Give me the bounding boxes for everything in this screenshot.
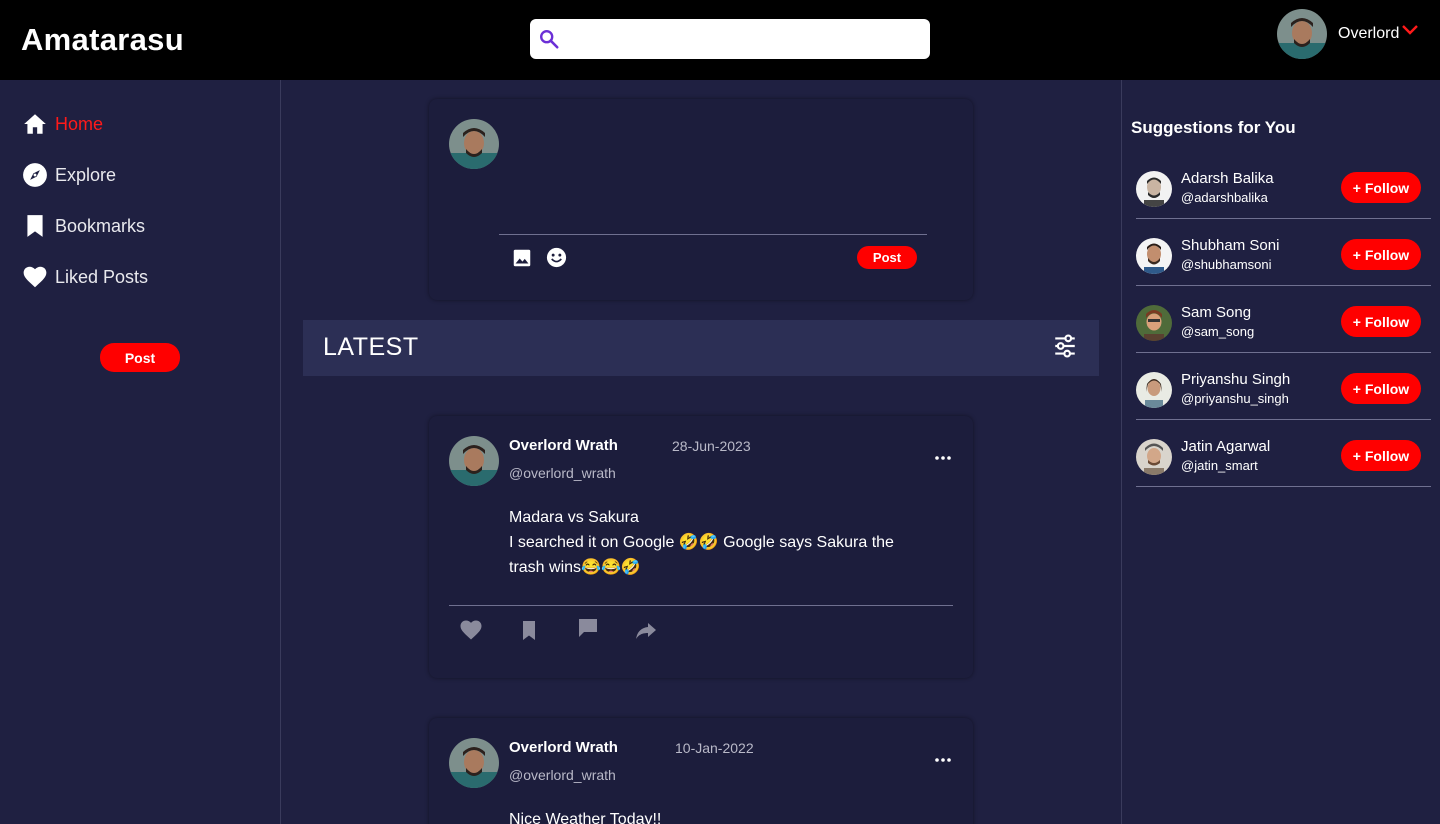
emoji-icon[interactable] bbox=[545, 246, 568, 269]
post-content: Nice Weather Today!! bbox=[509, 807, 929, 824]
suggestion-name[interactable]: Sam Song bbox=[1181, 304, 1251, 321]
post-text-line: Madara vs Sakura bbox=[509, 509, 639, 526]
follow-button[interactable]: + Follow bbox=[1341, 239, 1421, 270]
like-heart-icon[interactable] bbox=[459, 618, 483, 642]
suggestions-title: Suggestions for You bbox=[1131, 118, 1296, 137]
suggestion-item: Sam Song @sam_song + Follow bbox=[1136, 286, 1431, 353]
post-author-handle[interactable]: @overlord_wrath bbox=[509, 465, 616, 481]
suggestion-handle[interactable]: @adarshbalika bbox=[1181, 190, 1268, 205]
suggestion-name[interactable]: Shubham Soni bbox=[1181, 237, 1279, 254]
suggestion-avatar[interactable] bbox=[1136, 439, 1172, 475]
post-date: 28-Jun-2023 bbox=[672, 438, 751, 454]
post-content: Madara vs Sakura I searched it on Google… bbox=[509, 505, 929, 580]
suggestion-name[interactable]: Adarsh Balika bbox=[1181, 170, 1274, 187]
composer-post-button[interactable]: Post bbox=[857, 246, 917, 269]
nav-label-liked-posts: Liked Posts bbox=[55, 266, 149, 287]
post-card: Overlord Wrath 10-Jan-2022 @overlord_wra… bbox=[429, 718, 973, 824]
bookmark-icon bbox=[27, 215, 43, 237]
post-author-avatar[interactable] bbox=[449, 436, 499, 486]
post-card: Overlord Wrath 28-Jun-2023 @overlord_wra… bbox=[429, 416, 973, 678]
nav-item-home[interactable]: Home bbox=[22, 110, 103, 138]
more-options-icon[interactable] bbox=[934, 455, 952, 461]
share-icon[interactable] bbox=[634, 618, 658, 642]
follow-button[interactable]: + Follow bbox=[1341, 306, 1421, 337]
post-text-line: Nice Weather Today!! bbox=[509, 811, 662, 824]
suggestion-handle[interactable]: @shubhamsoni bbox=[1181, 257, 1272, 272]
right-sidebar: Suggestions for You Adarsh Balika @adars… bbox=[1121, 80, 1440, 824]
suggestion-avatar[interactable] bbox=[1136, 171, 1172, 207]
comment-icon[interactable] bbox=[576, 616, 600, 640]
follow-button[interactable]: + Follow bbox=[1341, 172, 1421, 203]
suggestion-name[interactable]: Priyanshu Singh bbox=[1181, 371, 1290, 388]
suggestion-handle[interactable]: @sam_song bbox=[1181, 324, 1254, 339]
post-date: 10-Jan-2022 bbox=[675, 740, 754, 756]
follow-button[interactable]: + Follow bbox=[1341, 440, 1421, 471]
nav-label-explore: Explore bbox=[55, 164, 117, 185]
suggestion-item: Adarsh Balika @adarshbalika + Follow bbox=[1136, 152, 1431, 219]
suggestion-avatar[interactable] bbox=[1136, 305, 1172, 341]
profile-menu[interactable]: Overlord bbox=[1277, 9, 1419, 59]
post-author-handle[interactable]: @overlord_wrath bbox=[509, 767, 616, 783]
app-logo[interactable]: Amatarasu bbox=[21, 22, 184, 58]
post-author-avatar[interactable] bbox=[449, 738, 499, 788]
nav-label-home: Home bbox=[55, 113, 104, 134]
suggestion-item: Priyanshu Singh @priyanshu_singh + Follo… bbox=[1136, 353, 1431, 420]
post-divider bbox=[449, 605, 953, 606]
nav-item-explore[interactable]: Explore bbox=[22, 161, 116, 189]
suggestion-name[interactable]: Jatin Agarwal bbox=[1181, 438, 1270, 455]
post-author-name[interactable]: Overlord Wrath bbox=[509, 437, 618, 454]
nav-item-liked-posts[interactable]: Liked Posts bbox=[22, 263, 148, 291]
suggestion-avatar[interactable] bbox=[1136, 372, 1172, 408]
left-sidebar: Home Explore Bookmarks Liked Posts Post bbox=[0, 80, 281, 824]
nav-label-bookmarks: Bookmarks bbox=[55, 215, 146, 236]
nav-item-bookmarks[interactable]: Bookmarks bbox=[22, 212, 145, 240]
post-author-name[interactable]: Overlord Wrath bbox=[509, 739, 618, 756]
suggestion-item: Shubham Soni @shubhamsoni + Follow bbox=[1136, 219, 1431, 286]
feed-filter-bar: LATEST bbox=[303, 320, 1099, 376]
top-header: Amatarasu Overlord bbox=[0, 0, 1440, 80]
suggestion-avatar[interactable] bbox=[1136, 238, 1172, 274]
follow-button[interactable]: + Follow bbox=[1341, 373, 1421, 404]
image-icon[interactable] bbox=[511, 247, 533, 269]
user-avatar[interactable] bbox=[1277, 9, 1327, 59]
home-icon bbox=[24, 114, 46, 134]
more-options-icon[interactable] bbox=[934, 757, 952, 763]
search-input[interactable] bbox=[566, 19, 926, 59]
suggestion-handle[interactable]: @jatin_smart bbox=[1181, 458, 1258, 473]
search-bar[interactable] bbox=[530, 19, 930, 59]
composer-divider bbox=[499, 234, 927, 235]
suggestion-item: Jatin Agarwal @jatin_smart + Follow bbox=[1136, 420, 1431, 487]
suggestion-handle[interactable]: @priyanshu_singh bbox=[1181, 391, 1289, 406]
chevron-down-icon[interactable] bbox=[1401, 23, 1419, 37]
composer-input[interactable] bbox=[513, 119, 953, 229]
profile-name[interactable]: Overlord bbox=[1338, 25, 1399, 43]
search-icon bbox=[540, 30, 559, 49]
feed-section-title: LATEST bbox=[323, 333, 419, 361]
compass-icon bbox=[23, 163, 47, 187]
post-text-line: I searched it on Google 🤣🤣 Google says S… bbox=[509, 534, 894, 576]
post-composer: Post bbox=[429, 99, 973, 300]
heart-icon bbox=[23, 266, 47, 288]
filter-sliders-icon[interactable] bbox=[1052, 333, 1078, 359]
composer-avatar bbox=[449, 119, 499, 169]
bookmark-icon[interactable] bbox=[517, 618, 541, 642]
sidebar-post-button[interactable]: Post bbox=[100, 343, 180, 372]
